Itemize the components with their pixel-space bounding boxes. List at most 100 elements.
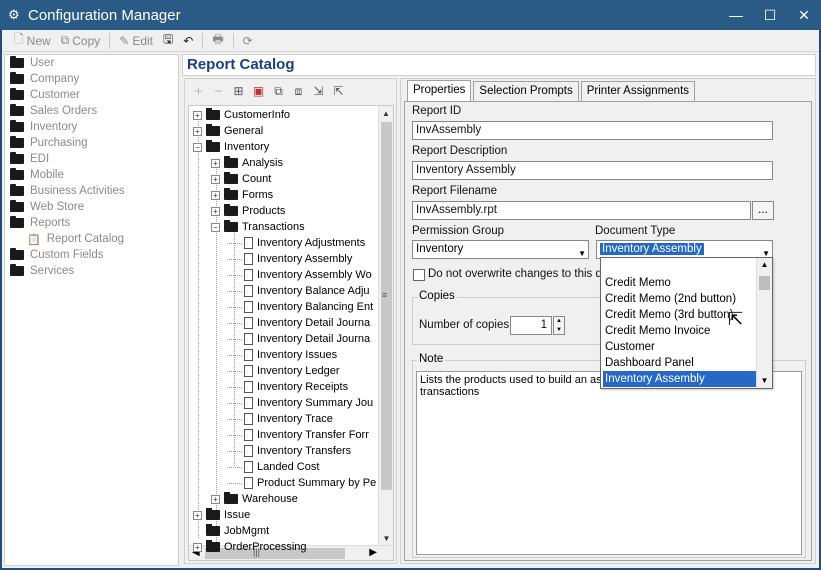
- nav-item-custom-fields[interactable]: Custom Fields: [5, 247, 178, 263]
- scroll-right-icon[interactable]: ▶: [369, 547, 377, 558]
- print-button[interactable]: 🖶: [208, 31, 227, 51]
- tree-leaf-report[interactable]: Landed Cost: [229, 459, 319, 475]
- nav-item-purchasing[interactable]: Purchasing: [5, 135, 178, 151]
- dropdown-option[interactable]: Credit Memo: [603, 275, 756, 291]
- nav-item-reports[interactable]: Reports: [5, 215, 178, 231]
- expand-icon[interactable]: +: [193, 110, 202, 120]
- tree-leaf-report[interactable]: Inventory Balance Adju: [229, 283, 370, 299]
- tree-node-orderprocessing[interactable]: + OrderProcessing: [193, 539, 307, 555]
- report-filename-field[interactable]: InvAssembly.rpt: [412, 201, 751, 220]
- nav-item-report-catalog[interactable]: 📋 Report Catalog: [5, 231, 178, 247]
- edit-button[interactable]: ✎ Edit: [115, 31, 157, 51]
- nav-item-sales-orders[interactable]: Sales Orders: [5, 103, 178, 119]
- save-button[interactable]: 🖫: [159, 31, 177, 51]
- remove-icon[interactable]: −: [211, 83, 226, 100]
- nav-item-business-activities[interactable]: Business Activities: [5, 183, 178, 199]
- tree-leaf-report[interactable]: Inventory Ledger: [229, 363, 340, 379]
- step-down-icon[interactable]: ▼: [554, 326, 564, 335]
- expand-icon[interactable]: +: [211, 190, 220, 200]
- maximize-icon[interactable]: ☐: [753, 0, 787, 30]
- minimize-icon[interactable]: —: [719, 0, 753, 30]
- tree-node-forms[interactable]: + Forms: [211, 187, 273, 203]
- note-text-area[interactable]: Lists the products used to build an ass …: [416, 371, 802, 555]
- expand-icon[interactable]: +: [193, 542, 202, 552]
- nav-item-customer[interactable]: Customer: [5, 87, 178, 103]
- new-button[interactable]: 🗋 New: [10, 31, 55, 51]
- add-icon[interactable]: +: [191, 83, 206, 100]
- tab-properties[interactable]: Properties: [407, 80, 472, 102]
- tree-node-inventory[interactable]: − Inventory: [193, 139, 269, 155]
- nav-item-user[interactable]: User: [5, 55, 178, 71]
- expand-icon[interactable]: +: [211, 174, 220, 184]
- tree-node-products[interactable]: + Products: [211, 203, 285, 219]
- tab-selection-prompts[interactable]: Selection Prompts: [473, 81, 579, 101]
- tree-node-count[interactable]: + Count: [211, 171, 271, 187]
- expand-icon[interactable]: +: [211, 494, 220, 504]
- tree-node-customerinfo[interactable]: + CustomerInfo: [193, 107, 290, 123]
- expand-icon[interactable]: +: [211, 206, 220, 216]
- tree-leaf-report[interactable]: Inventory Adjustments: [229, 235, 365, 251]
- tree-leaf-report[interactable]: Inventory Summary Jou: [229, 395, 373, 411]
- collapse-icon[interactable]: −: [211, 222, 220, 232]
- dropdown-option[interactable]: Dashboard Panel: [603, 355, 756, 371]
- close-icon[interactable]: ✕: [787, 0, 821, 30]
- tree-leaf-report[interactable]: Inventory Trace: [229, 411, 333, 427]
- expand-icon[interactable]: +: [193, 510, 202, 520]
- tree-leaf-report[interactable]: Product Summary by Pe: [229, 475, 376, 491]
- expand-icon[interactable]: +: [193, 126, 202, 136]
- number-of-copies-field[interactable]: 1: [510, 316, 552, 335]
- copy-button[interactable]: ⧉ Copy: [57, 31, 105, 51]
- document-type-dropdown[interactable]: Credit Memo Credit Memo (2nd button) Cre…: [600, 257, 773, 389]
- expand-icon[interactable]: +: [211, 158, 220, 168]
- tree-leaf-report[interactable]: Inventory Assembly: [229, 251, 352, 267]
- nav-item-company[interactable]: Company: [5, 71, 178, 87]
- dropdown-option[interactable]: Credit Memo (2nd button): [603, 291, 756, 307]
- tree-node-general[interactable]: + General: [193, 123, 263, 139]
- tree-leaf-report[interactable]: Inventory Transfers: [229, 443, 351, 459]
- step-up-icon[interactable]: ▲: [554, 317, 564, 326]
- permission-group-select[interactable]: Inventory ▼: [412, 240, 589, 259]
- scroll-up-icon[interactable]: ▲: [757, 258, 772, 272]
- scroll-down-icon[interactable]: ▼: [757, 374, 772, 388]
- nav-item-mobile[interactable]: Mobile: [5, 167, 178, 183]
- add-folder-icon[interactable]: ⊞: [231, 84, 246, 99]
- tree-node-jobmgmt[interactable]: JobMgmt: [193, 523, 269, 539]
- export-icon[interactable]: ⇱: [331, 84, 346, 99]
- scrollbar-thumb[interactable]: [759, 276, 770, 290]
- scroll-down-icon[interactable]: ▼: [379, 531, 393, 546]
- nav-item-web-store[interactable]: Web Store: [5, 199, 178, 215]
- collapse-icon[interactable]: −: [193, 142, 202, 152]
- refresh-button[interactable]: ⟳: [239, 31, 257, 51]
- delete-report-icon[interactable]: ▣: [251, 84, 266, 99]
- nav-item-inventory[interactable]: Inventory: [5, 119, 178, 135]
- tree-leaf-report[interactable]: Inventory Detail Journa: [229, 315, 370, 331]
- overwrite-checkbox[interactable]: [413, 269, 425, 281]
- tree-leaf-report[interactable]: Inventory Receipts: [229, 379, 348, 395]
- undo-button[interactable]: ↶: [179, 31, 197, 51]
- tree-node-transactions[interactable]: − Transactions: [211, 219, 305, 235]
- report-id-field[interactable]: InvAssembly: [412, 121, 773, 140]
- tree-node-issue[interactable]: + Issue: [193, 507, 250, 523]
- dropdown-scrollbar[interactable]: ▲ ▼: [756, 258, 772, 388]
- dropdown-option-selected[interactable]: Inventory Assembly: [603, 371, 756, 387]
- tree-leaf-report[interactable]: Inventory Detail Journa: [229, 331, 370, 347]
- tree-leaf-report[interactable]: Inventory Transfer Forr: [229, 427, 369, 443]
- nav-item-services[interactable]: Services: [5, 263, 178, 279]
- tree-leaf-report[interactable]: Inventory Assembly Wo: [229, 267, 372, 283]
- scrollbar-thumb[interactable]: [381, 122, 392, 490]
- nav-item-edi[interactable]: EDI: [5, 151, 178, 167]
- report-tree[interactable]: ▲ ≡ ▼ ◀ ||| ▶ + CustomerInfo + General − Inve…: [188, 105, 394, 561]
- copies-stepper[interactable]: ▲ ▼: [553, 316, 565, 335]
- tree-leaf-report[interactable]: Inventory Issues: [229, 347, 337, 363]
- tree-leaf-report[interactable]: Inventory Balancing Ent: [229, 299, 373, 315]
- dropdown-option[interactable]: Customer: [603, 339, 756, 355]
- tree-vertical-scrollbar[interactable]: ▲ ≡ ▼: [378, 106, 393, 546]
- tree-node-analysis[interactable]: + Analysis: [211, 155, 283, 171]
- scroll-up-icon[interactable]: ▲: [379, 106, 393, 121]
- report-description-field[interactable]: Inventory Assembly: [412, 161, 773, 180]
- browse-button[interactable]: ...: [752, 201, 774, 220]
- copy-report-icon[interactable]: ⧉: [271, 84, 286, 99]
- paste-report-icon[interactable]: ⧈: [291, 84, 306, 99]
- tree-node-warehouse[interactable]: + Warehouse: [211, 491, 298, 507]
- import-icon[interactable]: ⇲: [311, 84, 326, 99]
